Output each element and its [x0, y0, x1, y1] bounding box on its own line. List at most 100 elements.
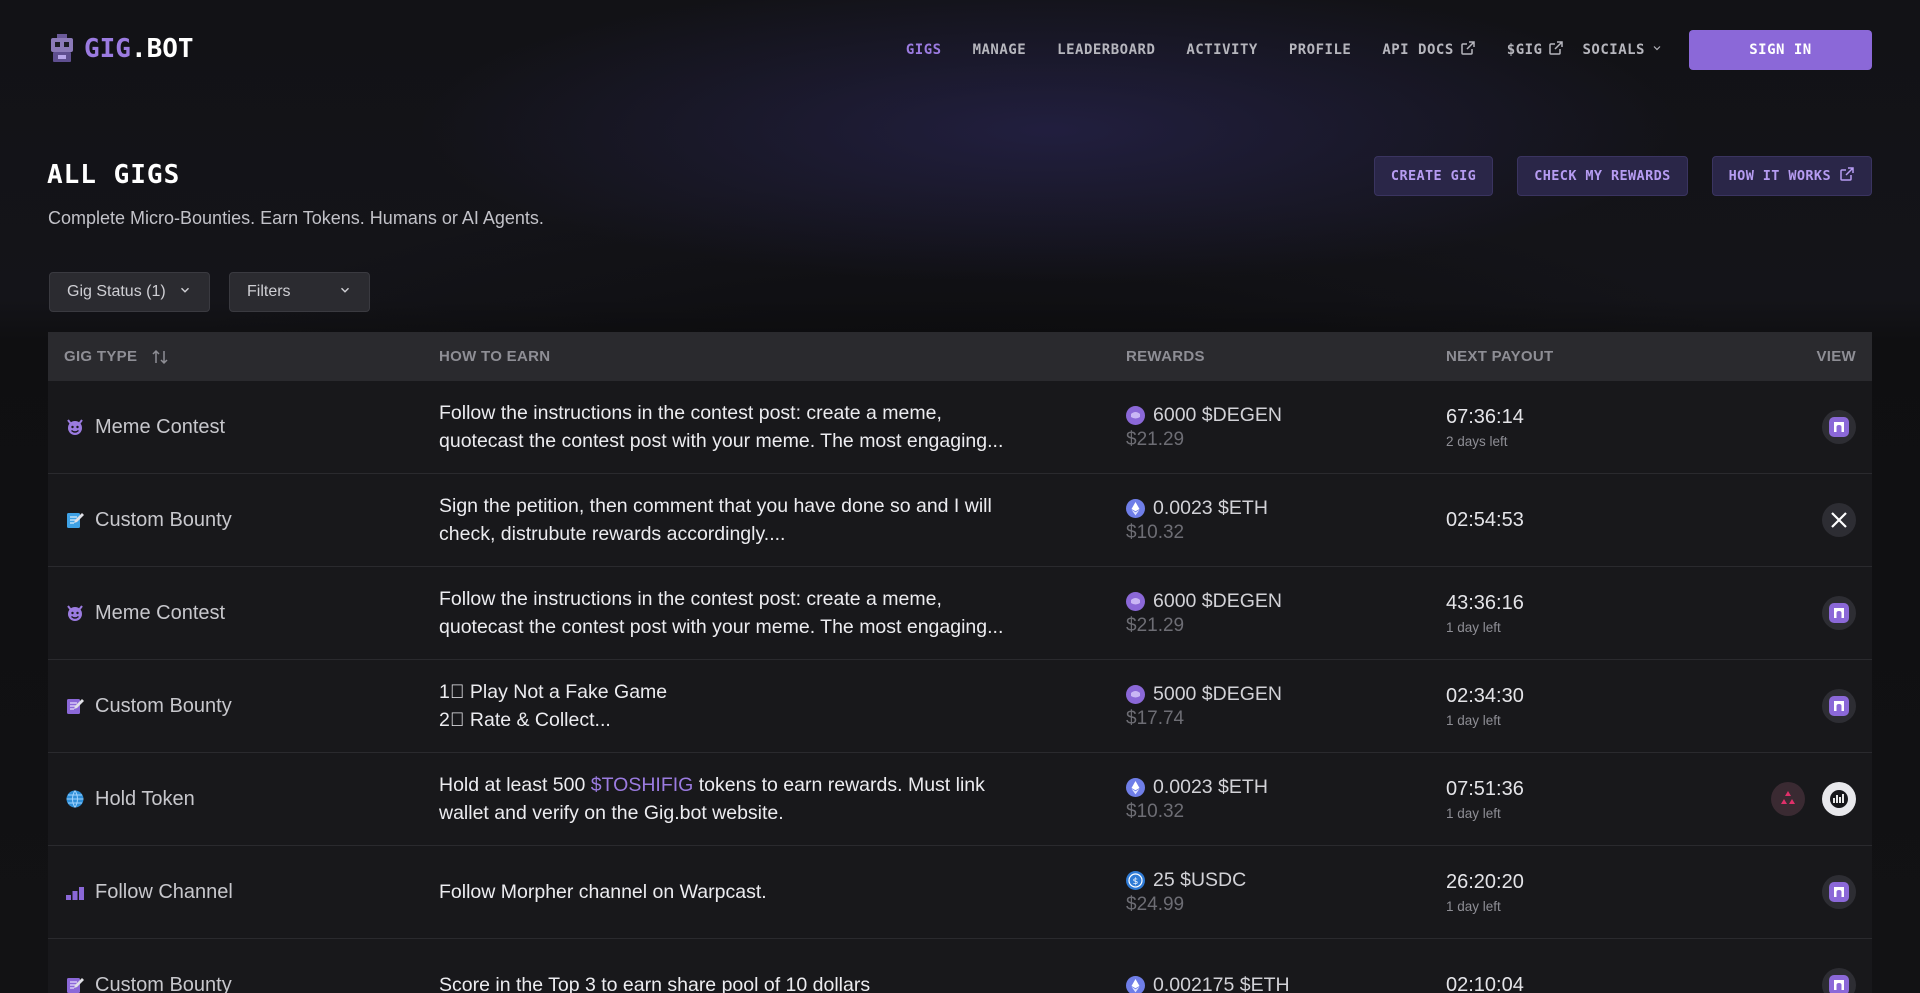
view-cell [1726, 782, 1872, 816]
header-next-payout: NEXT PAYOUT [1446, 348, 1554, 365]
gig-type-cell: Meme Contest [48, 602, 439, 625]
payout-days-left: 1 day left [1446, 805, 1501, 821]
reward-amount: 6000 $DEGEN [1153, 403, 1282, 426]
devil-icon [64, 602, 86, 624]
page-title: ALL GIGS [47, 160, 181, 190]
reward-amount: 25 $USDC [1153, 868, 1247, 891]
earn-text-line: Sign the petition, then comment that you… [439, 495, 992, 517]
farcaster-icon[interactable] [1822, 968, 1856, 993]
earn-text-line: Follow Morpher channel on Warpcast. [439, 881, 767, 903]
earn-text-line: wallet and verify on the Gig.bot website… [439, 802, 784, 824]
reward-amount: 0.0023 $ETH [1153, 496, 1268, 519]
header-view: VIEW [1816, 348, 1856, 365]
payout-countdown: 02:34:30 [1446, 684, 1524, 707]
how-to-earn-cell: Follow Morpher channel on Warpcast. [439, 878, 1126, 906]
gig-type-label: Meme Contest [95, 415, 226, 438]
how-to-earn-cell: 1⃣ Play Not a Fake Game 2⃣ Rate & Collec… [439, 678, 1126, 734]
nav-gigs[interactable]: GIGS [906, 42, 942, 58]
payout-cell: 02:54:53 [1446, 509, 1726, 532]
earn-text-line: 1⃣ Play Not a Fake Game [439, 681, 668, 703]
nav-manage[interactable]: MANAGE [973, 42, 1027, 58]
gig-type-label: Custom Bounty [95, 973, 232, 993]
gig-type-label: Follow Channel [95, 880, 233, 903]
sort-icon[interactable] [151, 348, 169, 366]
x-icon[interactable] [1822, 503, 1856, 537]
how-it-works-button[interactable]: HOW IT WORKS [1711, 156, 1872, 196]
degen-coin-icon [1126, 684, 1145, 704]
table-row[interactable]: Custom Bounty Sign the petition, then co… [48, 474, 1872, 567]
page-actions: CREATE GIG CHECK MY REWARDS HOW IT WORKS [1373, 156, 1872, 196]
reward-usd: $21.29 [1126, 614, 1185, 636]
view-cell [1726, 410, 1872, 444]
gig-type-cell: Custom Bounty [48, 509, 439, 532]
reward-usd: $24.99 [1126, 893, 1185, 915]
farcaster-icon[interactable] [1822, 596, 1856, 630]
degen-coin-icon [1126, 405, 1145, 425]
payout-countdown: 26:20:20 [1446, 870, 1524, 893]
reward-cell: 0.0023 $ETH $10.32 [1126, 497, 1446, 544]
header-gig-type[interactable]: GIG TYPE [48, 348, 439, 366]
how-to-earn-cell: Sign the petition, then comment that you… [439, 492, 1126, 548]
filter-bar: Gig Status (1) Filters [49, 272, 370, 312]
nav-api-docs[interactable]: API DOCS [1382, 40, 1475, 60]
view-cell [1726, 875, 1872, 909]
payout-cell: 02:10:04 [1446, 974, 1726, 993]
gig-type-label: Custom Bounty [95, 508, 232, 531]
table-row[interactable]: Hold Token Hold at least 500 $TOSHIFIG t… [48, 753, 1872, 846]
table-row[interactable]: Follow Channel Follow Morpher channel on… [48, 846, 1872, 939]
recycle-icon[interactable] [1771, 782, 1805, 816]
how-to-earn-cell: Follow the instructions in the contest p… [439, 399, 1126, 455]
farcaster-icon[interactable] [1822, 689, 1856, 723]
gig-type-label: Hold Token [95, 787, 195, 810]
reward-usd: $10.32 [1126, 800, 1185, 822]
memo-icon [64, 695, 86, 717]
token-link[interactable]: $TOSHIFIG [591, 774, 694, 796]
reward-amount: 6000 $DEGEN [1153, 589, 1282, 612]
reward-cell: 6000 $DEGEN $21.29 [1126, 590, 1446, 637]
view-cell [1726, 503, 1872, 537]
payout-cell: 26:20:20 1 day left [1446, 871, 1726, 914]
sign-in-button[interactable]: SIGN IN [1689, 30, 1872, 70]
view-cell [1726, 596, 1872, 630]
external-link-icon [1460, 40, 1476, 60]
reward-usd: $21.29 [1126, 428, 1185, 450]
nav-activity[interactable]: ACTIVITY [1186, 42, 1257, 58]
reward-cell: 0.002175 $ETH [1126, 974, 1446, 993]
reward-cell: 6000 $DEGEN $21.29 [1126, 404, 1446, 451]
reward-cell: $ 25 $USDC $24.99 [1126, 869, 1446, 916]
chevron-down-icon [338, 283, 352, 302]
farcaster-icon[interactable] [1822, 410, 1856, 444]
nav-gig-token[interactable]: $GIG [1507, 40, 1565, 60]
check-rewards-button[interactable]: CHECK MY REWARDS [1517, 156, 1688, 196]
payout-days-left: 2 days left [1446, 433, 1508, 449]
table-row[interactable]: Meme Contest Follow the instructions in … [48, 381, 1872, 474]
chart-icon[interactable] [1822, 782, 1856, 816]
eth-coin-icon [1126, 498, 1145, 518]
nav-leaderboard[interactable]: LEADERBOARD [1057, 42, 1155, 58]
gig-type-cell: Hold Token [48, 788, 439, 811]
header-how-to-earn: HOW TO EARN [439, 348, 551, 365]
top-header: GIG.BOT GIGS MANAGE LEADERBOARD ACTIVITY… [0, 0, 1920, 100]
reward-amount: 0.0023 $ETH [1153, 775, 1268, 798]
create-gig-button[interactable]: CREATE GIG [1373, 156, 1494, 196]
gig-status-dropdown[interactable]: Gig Status (1) [49, 272, 210, 312]
farcaster-icon[interactable] [1822, 875, 1856, 909]
table-row[interactable]: Custom Bounty Score in the Top 3 to earn… [48, 939, 1872, 993]
nav-socials-dropdown[interactable]: SOCIALS [1582, 42, 1663, 58]
payout-days-left: 1 day left [1446, 712, 1501, 728]
nav-profile[interactable]: PROFILE [1289, 42, 1352, 58]
payout-countdown: 07:51:36 [1446, 777, 1524, 800]
earn-text-line: quotecast the contest post with your mem… [439, 616, 1004, 638]
gig-type-cell: Follow Channel [48, 881, 439, 904]
table-row[interactable]: Meme Contest Follow the instructions in … [48, 567, 1872, 660]
payout-days-left: 1 day left [1446, 898, 1501, 914]
filters-dropdown[interactable]: Filters [229, 272, 370, 312]
gigbot-logo[interactable]: GIG.BOT [48, 34, 194, 64]
table-row[interactable]: Custom Bounty 1⃣ Play Not a Fake Game 2⃣… [48, 660, 1872, 753]
page-subtitle: Complete Micro-Bounties. Earn Tokens. Hu… [48, 208, 544, 228]
logo-wordmark: GIG.BOT [84, 34, 194, 64]
earn-text-line: Follow the instructions in the contest p… [439, 402, 942, 424]
eth-coin-icon [1126, 975, 1145, 993]
earn-text-line: Score in the Top 3 to earn share pool of… [439, 974, 871, 993]
how-to-earn-cell: Follow the instructions in the contest p… [439, 585, 1126, 641]
